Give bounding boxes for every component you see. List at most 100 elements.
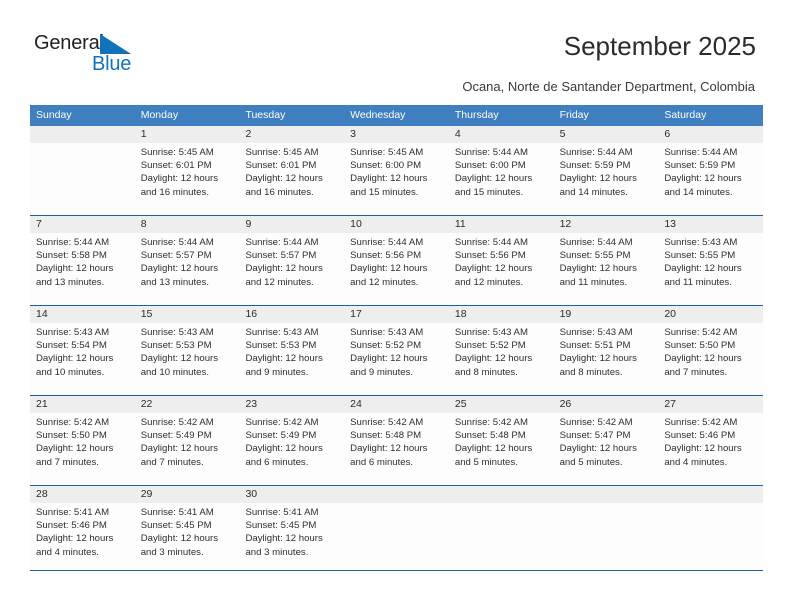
day-number: 27: [658, 396, 764, 413]
day-number: 20: [658, 306, 764, 323]
calendar-day-cell[interactable]: 26 Sunrise: 5:42 AM Sunset: 5:47 PM Dayligh…: [553, 396, 659, 485]
calendar-day-cell[interactable]: 29 Sunrise: 5:41 AM Sunset: 5:45 PM Dayligh…: [134, 486, 240, 570]
sunset-text: Sunset: 5:46 PM: [664, 430, 736, 442]
sunset-text: Sunset: 5:49 PM: [140, 430, 212, 442]
calendar-day-cell[interactable]: 10 Sunrise: 5:44 AM Sunset: 5:56 PM Dayligh…: [344, 216, 449, 305]
sunset-text: Sunset: 5:54 PM: [36, 340, 107, 352]
calendar-day-cell[interactable]: 28 Sunrise: 5:41 AM Sunset: 5:46 PM Dayligh…: [30, 486, 135, 570]
sunset-text: Sunset: 5:48 PM: [350, 430, 422, 442]
calendar-grid: Sunday Monday Tuesday Wednesday Thursday…: [30, 105, 764, 571]
sunrise-text: Sunrise: 5:44 AM: [559, 237, 633, 248]
sun-info: Sunrise: 5:42 AM Sunset: 5:49 PM Daylight:…: [239, 413, 344, 469]
sunset-text: Sunset: 5:45 PM: [140, 520, 212, 532]
calendar-day-cell[interactable]: 17 Sunrise: 5:43 AM Sunset: 5:52 PM Dayligh…: [344, 306, 449, 395]
sunrise-text: Sunrise: 5:41 AM: [245, 507, 319, 518]
calendar-week-row: 28 Sunrise: 5:41 AM Sunset: 5:46 PM Dayligh…: [30, 485, 764, 571]
daylight-text: Daylight: 12 hours and 7 minutes.: [140, 443, 219, 468]
page-header: General Blue September 2025 Ocana, Norte…: [0, 0, 792, 100]
calendar-week-row: 21 Sunrise: 5:42 AM Sunset: 5:50 PM Dayligh…: [30, 395, 764, 485]
calendar-day-cell[interactable]: 3 Sunrise: 5:45 AM Sunset: 6:00 PM Daylight…: [344, 126, 449, 215]
day-number: 14: [30, 306, 135, 323]
sun-info: Sunrise: 5:43 AM Sunset: 5:54 PM Daylight:…: [30, 323, 135, 379]
sunrise-text: Sunrise: 5:42 AM: [140, 417, 214, 428]
sunrise-text: Sunrise: 5:43 AM: [559, 327, 633, 338]
sunrise-text: Sunrise: 5:42 AM: [664, 327, 738, 338]
dow-wednesday: Wednesday: [350, 109, 406, 121]
sunrise-text: Sunrise: 5:43 AM: [350, 327, 424, 338]
sunset-text: Sunset: 5:51 PM: [559, 340, 631, 352]
dow-sunday: Sunday: [36, 109, 72, 121]
calendar-day-cell[interactable]: 25 Sunrise: 5:42 AM Sunset: 5:48 PM Dayligh…: [448, 396, 554, 485]
calendar-day-cell[interactable]: 12 Sunrise: 5:44 AM Sunset: 5:55 PM Dayligh…: [553, 216, 659, 305]
sunset-text: Sunset: 5:47 PM: [559, 430, 631, 442]
day-number: [553, 486, 659, 503]
calendar-day-cell[interactable]: 30 Sunrise: 5:41 AM Sunset: 5:45 PM Dayligh…: [239, 486, 345, 570]
calendar-day-cell[interactable]: 21 Sunrise: 5:42 AM Sunset: 5:50 PM Dayligh…: [30, 396, 135, 485]
calendar-day-cell[interactable]: 23 Sunrise: 5:42 AM Sunset: 5:49 PM Dayligh…: [239, 396, 345, 485]
calendar-day-cell[interactable]: 11 Sunrise: 5:44 AM Sunset: 5:56 PM Dayligh…: [448, 216, 554, 305]
sun-info: Sunrise: 5:43 AM Sunset: 5:53 PM Daylight:…: [135, 323, 240, 379]
sunrise-text: Sunrise: 5:42 AM: [36, 417, 110, 428]
daylight-text: Daylight: 12 hours and 13 minutes.: [140, 263, 219, 288]
day-number: 17: [344, 306, 449, 323]
calendar-day-cell[interactable]: 4 Sunrise: 5:44 AM Sunset: 6:00 PM Daylight…: [448, 126, 554, 215]
day-number: 25: [448, 396, 554, 413]
sunset-text: Sunset: 5:50 PM: [36, 430, 107, 442]
daylight-text: Daylight: 12 hours and 9 minutes.: [350, 353, 428, 378]
daylight-text: Daylight: 12 hours and 14 minutes.: [559, 173, 637, 198]
sunset-text: Sunset: 5:46 PM: [36, 520, 107, 532]
sunrise-text: Sunrise: 5:42 AM: [350, 417, 424, 428]
calendar-day-cell[interactable]: 27 Sunrise: 5:42 AM Sunset: 5:46 PM Dayligh…: [658, 396, 764, 485]
sun-info: Sunrise: 5:44 AM Sunset: 5:57 PM Daylight:…: [239, 233, 344, 289]
sunset-text: Sunset: 5:55 PM: [664, 250, 736, 262]
sunrise-text: Sunrise: 5:44 AM: [454, 147, 528, 158]
sunset-text: Sunset: 5:59 PM: [559, 160, 631, 172]
daylight-text: Daylight: 12 hours and 7 minutes.: [36, 443, 114, 468]
sunrise-text: Sunrise: 5:43 AM: [245, 327, 319, 338]
sunrise-text: Sunrise: 5:41 AM: [140, 507, 214, 518]
calendar-day-cell[interactable]: 24 Sunrise: 5:42 AM Sunset: 5:48 PM Dayligh…: [344, 396, 449, 485]
calendar-day-cell[interactable]: 5 Sunrise: 5:44 AM Sunset: 5:59 PM Daylight…: [553, 126, 659, 215]
day-number: 12: [553, 216, 659, 233]
sunset-text: Sunset: 5:53 PM: [245, 340, 317, 352]
sunset-text: Sunset: 5:52 PM: [454, 340, 526, 352]
sunset-text: Sunset: 6:01 PM: [245, 160, 317, 172]
sunrise-text: Sunrise: 5:41 AM: [36, 507, 110, 518]
day-number: 13: [658, 216, 764, 233]
calendar-day-cell[interactable]: 8 Sunrise: 5:44 AM Sunset: 5:57 PM Daylight…: [134, 216, 240, 305]
calendar-day-cell[interactable]: 16 Sunrise: 5:43 AM Sunset: 5:53 PM Dayligh…: [239, 306, 345, 395]
sun-info: Sunrise: 5:45 AM Sunset: 6:01 PM Daylight:…: [239, 143, 344, 199]
calendar-cell-empty: [553, 486, 659, 570]
day-number: 2: [239, 126, 345, 143]
daylight-text: Daylight: 12 hours and 10 minutes.: [140, 353, 219, 378]
sun-info: Sunrise: 5:43 AM Sunset: 5:53 PM Daylight:…: [239, 323, 344, 379]
day-number: 4: [448, 126, 554, 143]
calendar-cell-empty: [344, 486, 449, 570]
calendar-day-cell[interactable]: 1 Sunrise: 5:45 AM Sunset: 6:01 PM Daylight…: [134, 126, 240, 215]
calendar-day-cell[interactable]: 7 Sunrise: 5:44 AM Sunset: 5:58 PM Daylight…: [30, 216, 135, 305]
calendar-day-cell[interactable]: 15 Sunrise: 5:43 AM Sunset: 5:53 PM Dayligh…: [134, 306, 240, 395]
calendar-day-cell[interactable]: 20 Sunrise: 5:42 AM Sunset: 5:50 PM Dayligh…: [658, 306, 764, 395]
sun-info: Sunrise: 5:45 AM Sunset: 6:01 PM Daylight:…: [135, 143, 240, 199]
calendar-day-cell[interactable]: 14 Sunrise: 5:43 AM Sunset: 5:54 PM Dayligh…: [30, 306, 135, 395]
sunset-text: Sunset: 5:57 PM: [140, 250, 212, 262]
sun-info: Sunrise: 5:42 AM Sunset: 5:50 PM Daylight:…: [30, 413, 135, 469]
sun-info: Sunrise: 5:44 AM Sunset: 5:59 PM Daylight:…: [658, 143, 763, 199]
calendar-day-cell[interactable]: 19 Sunrise: 5:43 AM Sunset: 5:51 PM Dayligh…: [553, 306, 659, 395]
calendar-day-cell[interactable]: 22 Sunrise: 5:42 AM Sunset: 5:49 PM Dayligh…: [134, 396, 240, 485]
day-number: [658, 486, 764, 503]
calendar-cell-empty: [30, 126, 135, 215]
day-number: 21: [30, 396, 135, 413]
day-number: 24: [344, 396, 449, 413]
calendar-day-cell[interactable]: 9 Sunrise: 5:44 AM Sunset: 5:57 PM Daylight…: [239, 216, 345, 305]
calendar-day-cell[interactable]: 13 Sunrise: 5:43 AM Sunset: 5:55 PM Dayligh…: [658, 216, 764, 305]
calendar-day-cell[interactable]: 18 Sunrise: 5:43 AM Sunset: 5:52 PM Dayligh…: [448, 306, 554, 395]
general-blue-logo[interactable]: General Blue: [34, 33, 164, 79]
sun-info: Sunrise: 5:44 AM Sunset: 5:56 PM Daylight:…: [449, 233, 554, 289]
day-number: 10: [344, 216, 449, 233]
sunrise-text: Sunrise: 5:42 AM: [245, 417, 319, 428]
calendar-day-cell[interactable]: 2 Sunrise: 5:45 AM Sunset: 6:01 PM Daylight…: [239, 126, 345, 215]
sunset-text: Sunset: 5:57 PM: [245, 250, 317, 262]
calendar-day-cell[interactable]: 6 Sunrise: 5:44 AM Sunset: 5:59 PM Daylight…: [658, 126, 764, 215]
sunset-text: Sunset: 6:00 PM: [350, 160, 422, 172]
